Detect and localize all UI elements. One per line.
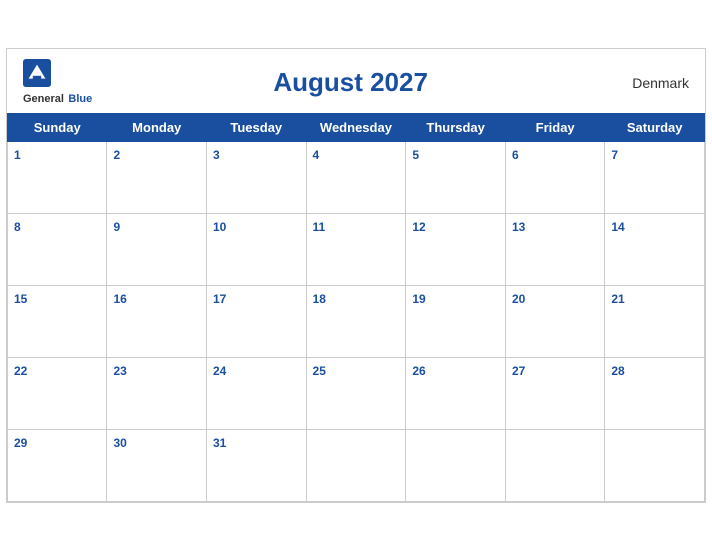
day-number: 19 [412,292,425,306]
weekday-header: Sunday [8,113,107,141]
weekday-header: Monday [107,113,207,141]
calendar-day-cell: 24 [207,357,307,429]
calendar-day-cell: 9 [107,213,207,285]
calendar-day-cell: 31 [207,429,307,501]
day-number: 22 [14,364,27,378]
day-number: 20 [512,292,525,306]
day-number: 23 [113,364,126,378]
calendar-week-row: 22 23 24 25 26 27 28 [8,357,705,429]
day-number: 21 [611,292,624,306]
calendar-day-cell: 26 [406,357,506,429]
calendar-day-cell: 22 [8,357,107,429]
calendar-day-cell: 21 [605,285,705,357]
day-number: 31 [213,436,226,450]
calendar-week-row: 8 9 10 11 12 13 14 [8,213,705,285]
calendar-title: August 2027 [92,67,609,98]
day-number: 4 [313,148,320,162]
day-number: 15 [14,292,27,306]
brand-general-text: General [23,93,64,105]
weekday-header: Thursday [406,113,506,141]
calendar-day-cell: 7 [605,141,705,213]
weekday-header: Tuesday [207,113,307,141]
calendar-day-cell: 4 [306,141,406,213]
calendar-day-cell: 12 [406,213,506,285]
weekday-header: Saturday [605,113,705,141]
calendar-week-row: 29 30 31 [8,429,705,501]
calendar-day-cell: 10 [207,213,307,285]
day-number: 11 [313,220,326,234]
calendar-day-cell: 13 [505,213,604,285]
brand-logo: General Blue [23,59,92,107]
day-number: 9 [113,220,120,234]
day-number: 1 [14,148,21,162]
day-number: 30 [113,436,126,450]
day-number: 27 [512,364,525,378]
calendar-day-cell [306,429,406,501]
day-number: 25 [313,364,326,378]
day-number: 14 [611,220,624,234]
day-number: 10 [213,220,226,234]
country-label: Denmark [609,75,689,91]
calendar-day-cell: 17 [207,285,307,357]
day-number: 5 [412,148,419,162]
calendar-day-cell: 11 [306,213,406,285]
calendar-container: General Blue August 2027 Denmark SundayM… [6,48,706,503]
calendar-day-cell: 14 [605,213,705,285]
day-number: 3 [213,148,220,162]
calendar-day-cell: 8 [8,213,107,285]
day-number: 29 [14,436,27,450]
calendar-week-row: 15 16 17 18 19 20 21 [8,285,705,357]
calendar-header: General Blue August 2027 Denmark [7,49,705,113]
calendar-day-cell: 18 [306,285,406,357]
day-number: 8 [14,220,21,234]
calendar-day-cell: 30 [107,429,207,501]
day-number: 6 [512,148,519,162]
calendar-day-cell [505,429,604,501]
calendar-day-cell: 16 [107,285,207,357]
day-number: 18 [313,292,326,306]
calendar-day-cell: 27 [505,357,604,429]
weekday-header: Friday [505,113,604,141]
weekday-header: Wednesday [306,113,406,141]
weekday-header-row: SundayMondayTuesdayWednesdayThursdayFrid… [8,113,705,141]
calendar-day-cell: 2 [107,141,207,213]
day-number: 12 [412,220,425,234]
calendar-day-cell: 25 [306,357,406,429]
calendar-week-row: 1 2 3 4 5 6 7 [8,141,705,213]
day-number: 28 [611,364,624,378]
calendar-day-cell: 6 [505,141,604,213]
calendar-day-cell [406,429,506,501]
day-number: 13 [512,220,525,234]
calendar-day-cell: 5 [406,141,506,213]
brand-icon [23,59,51,87]
calendar-day-cell: 29 [8,429,107,501]
calendar-day-cell: 1 [8,141,107,213]
calendar-day-cell: 20 [505,285,604,357]
brand-blue-text: Blue [68,93,92,105]
day-number: 2 [113,148,120,162]
calendar-day-cell: 15 [8,285,107,357]
calendar-day-cell: 28 [605,357,705,429]
day-number: 17 [213,292,226,306]
day-number: 7 [611,148,618,162]
day-number: 16 [113,292,126,306]
calendar-day-cell: 3 [207,141,307,213]
day-number: 26 [412,364,425,378]
day-number: 24 [213,364,226,378]
calendar-grid: SundayMondayTuesdayWednesdayThursdayFrid… [7,113,705,502]
calendar-day-cell [605,429,705,501]
calendar-day-cell: 19 [406,285,506,357]
calendar-day-cell: 23 [107,357,207,429]
